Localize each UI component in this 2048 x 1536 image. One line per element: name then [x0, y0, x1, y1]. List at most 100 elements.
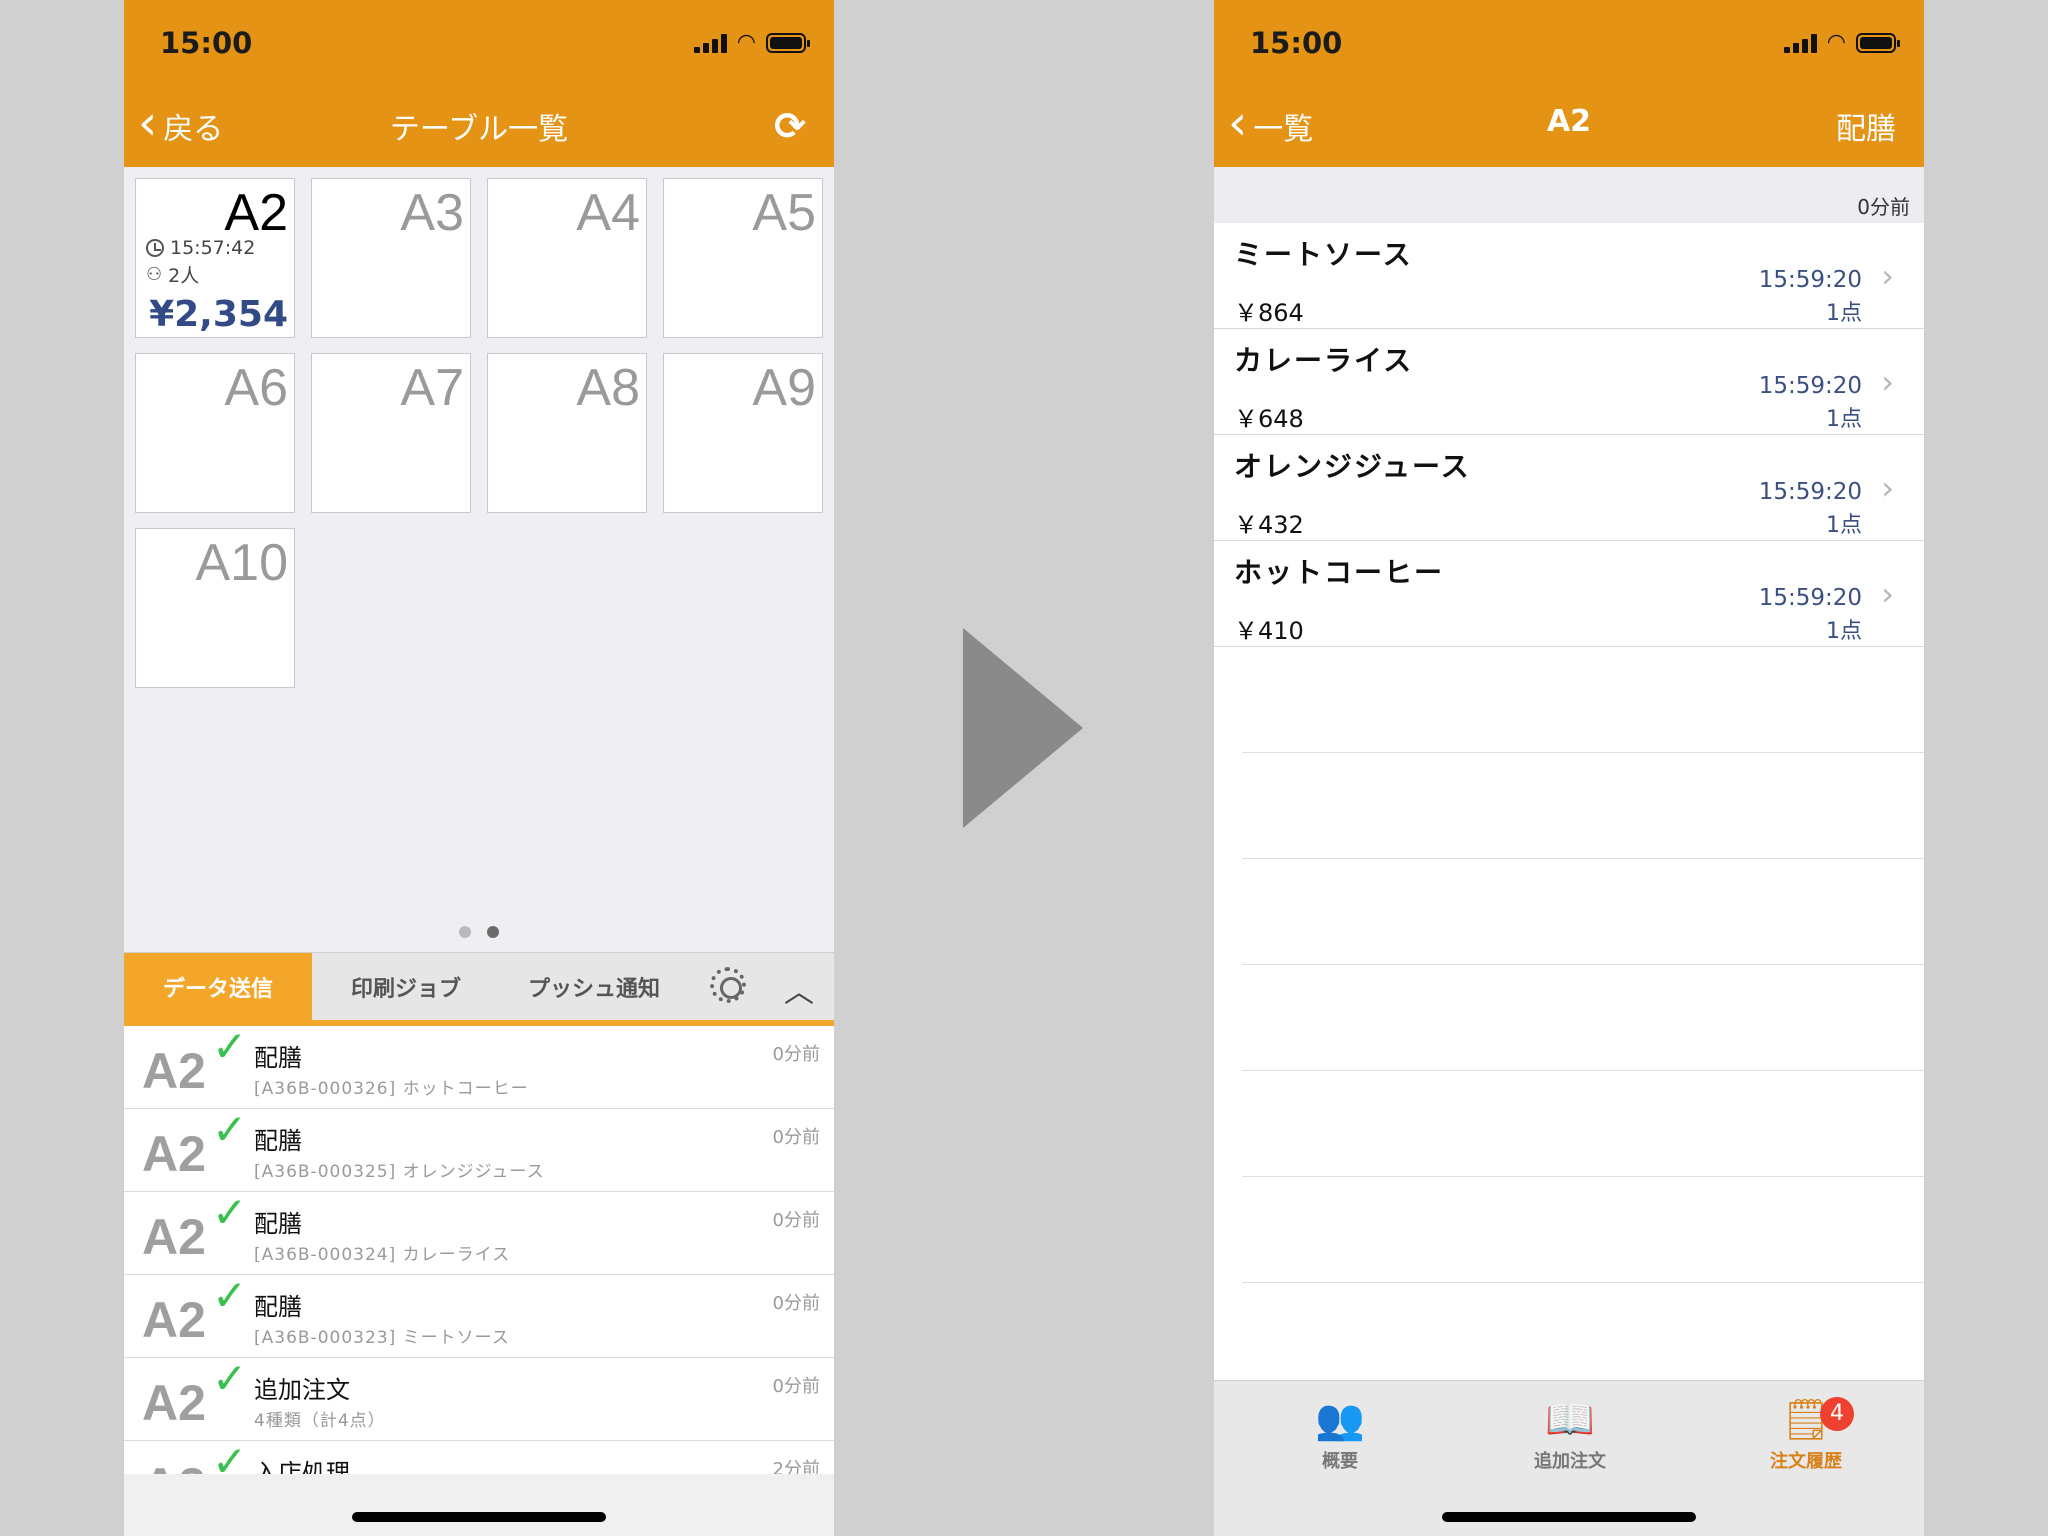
chevron-left-icon: ‹: [138, 95, 158, 151]
log-table: A2: [142, 1209, 206, 1265]
page-title: テーブル一覧: [389, 112, 569, 147]
item-time: 15:59:20: [1758, 267, 1862, 293]
empty-row-divider: [1242, 1176, 1924, 1177]
item-time: 15:59:20: [1758, 479, 1862, 505]
table-cell-a7[interactable]: A7: [311, 353, 471, 513]
table-cell-a9[interactable]: A9: [663, 353, 823, 513]
empty-row-divider: [1242, 752, 1924, 753]
item-name: カレーライス: [1234, 344, 1414, 377]
check-icon: ✓: [212, 1026, 248, 1071]
chevron-right-icon: ›: [1881, 257, 1894, 295]
log-item[interactable]: A2 ✓ 入店処理 2分前: [124, 1437, 834, 1474]
log-table: A2: [142, 1375, 206, 1431]
tab-data-send[interactable]: データ送信: [124, 953, 312, 1021]
table-time: 15:57:42: [146, 237, 255, 259]
table-cell-a5[interactable]: A5: [663, 178, 823, 338]
chevron-right-icon: ›: [1881, 575, 1894, 613]
table-number: A4: [576, 184, 640, 242]
log-sub: 4種類（計4点）: [254, 1411, 386, 1431]
log-sub: [A36B-000326] ホットコーヒー: [254, 1079, 529, 1099]
log-ago: 0分前: [772, 1376, 820, 1397]
item-qty: 1点: [1826, 301, 1862, 326]
section-header: 0分前: [1214, 167, 1924, 223]
log-ago: 0分前: [772, 1210, 820, 1231]
table-number: A2: [224, 184, 288, 242]
refresh-button[interactable]: ⟳: [774, 104, 806, 148]
chevron-right-icon: ›: [1881, 469, 1894, 507]
log-item[interactable]: A2 ✓ 配膳 [A36B-000325] オレンジジュース 0分前: [124, 1105, 834, 1192]
table-number: A7: [400, 359, 464, 417]
status-time: 15:00: [160, 26, 253, 60]
empty-row-divider: [1242, 1070, 1924, 1071]
page-dot-current[interactable]: [487, 926, 499, 938]
order-item[interactable]: オレンジジュース ￥432 15:59:20 1点 ›: [1214, 435, 1924, 541]
check-icon: ✓: [212, 1271, 248, 1320]
tab-push-notification[interactable]: プッシュ通知: [500, 953, 688, 1021]
tab-order-history[interactable]: 🗒 注文履歴 4: [1706, 1393, 1906, 1473]
table-cell-a6[interactable]: A6: [135, 353, 295, 513]
log-table: A2: [142, 1126, 206, 1182]
order-item[interactable]: カレーライス ￥648 15:59:20 1点 ›: [1214, 329, 1924, 435]
log-title: 追加注文: [254, 1376, 350, 1404]
check-icon: ✓: [212, 1354, 248, 1403]
chevron-right-icon: ›: [1881, 363, 1894, 401]
people-icon: 👥: [1315, 1397, 1365, 1443]
log-ago: 0分前: [772, 1127, 820, 1148]
table-cell-a8[interactable]: A8: [487, 353, 647, 513]
item-price: ￥432: [1234, 511, 1304, 539]
tab-label: 追加注文: [1534, 1451, 1606, 1472]
log-item[interactable]: A2 ✓ 追加注文 4種類（計4点） 0分前: [124, 1354, 834, 1441]
table-cell-a4[interactable]: A4: [487, 178, 647, 338]
item-price: ￥864: [1234, 299, 1304, 327]
table-people: ⚇ 2人: [146, 261, 199, 288]
tab-add-order[interactable]: 📖 追加注文: [1470, 1393, 1670, 1473]
log-table: A2: [142, 1043, 206, 1099]
back-button[interactable]: ‹ 戻る: [138, 99, 224, 148]
log-tabbar: データ送信 印刷ジョブ プッシュ通知 ︿: [124, 952, 834, 1026]
log-sub: [A36B-000324] カレーライス: [254, 1245, 511, 1265]
log-title: 配膳: [254, 1293, 302, 1321]
log-title: 入店処理: [254, 1459, 350, 1474]
table-number: A5: [752, 184, 816, 242]
tab-print-job[interactable]: 印刷ジョブ: [312, 953, 500, 1021]
back-label: 戻る: [163, 112, 224, 147]
table-list-screen: 15:00 ◠ ‹ 戻る テーブル一覧 ⟳ A2 15:57:42 ⚇ 2人 ¥…: [124, 0, 834, 1536]
section-ago: 0分前: [1857, 195, 1910, 219]
order-item[interactable]: ホットコーヒー ￥410 15:59:20 1点 ›: [1214, 541, 1924, 647]
empty-row-divider: [1242, 964, 1924, 965]
tab-label: 注文履歴: [1770, 1451, 1842, 1472]
log-item[interactable]: A2 ✓ 配膳 [A36B-000324] カレーライス 0分前: [124, 1188, 834, 1275]
person-icon: ⚇: [146, 264, 163, 285]
status-time: 15:00: [1250, 26, 1343, 60]
log-item[interactable]: A2 ✓ 配膳 [A36B-000326] ホットコーヒー 0分前: [124, 1026, 834, 1109]
item-price: ￥648: [1234, 405, 1304, 433]
back-button[interactable]: ‹ 一覧: [1228, 99, 1313, 148]
page-title: A2: [1546, 104, 1592, 139]
page-indicator[interactable]: [124, 926, 834, 938]
home-indicator[interactable]: [352, 1512, 606, 1522]
order-item[interactable]: ミートソース ￥864 15:59:20 1点 ›: [1214, 223, 1924, 329]
tab-overview[interactable]: 👥 概要: [1240, 1393, 1440, 1473]
wifi-icon: ◠: [736, 30, 756, 55]
home-indicator[interactable]: [1442, 1512, 1696, 1522]
table-number: A8: [576, 359, 640, 417]
log-item[interactable]: A2 ✓ 配膳 [A36B-000323] ミートソース 0分前: [124, 1271, 834, 1358]
table-cell-a10[interactable]: A10: [135, 528, 295, 688]
item-price: ￥410: [1234, 617, 1304, 645]
nav-header: 15:00 ◠ ‹ 戻る テーブル一覧 ⟳: [124, 0, 834, 167]
book-icon: 📖: [1545, 1397, 1595, 1443]
gear-icon[interactable]: [710, 967, 746, 1003]
chevron-up-icon[interactable]: ︿: [784, 967, 814, 1011]
table-amount: ¥2,354: [149, 294, 288, 335]
table-cell-a2[interactable]: A2 15:57:42 ⚇ 2人 ¥2,354: [135, 178, 295, 338]
refresh-icon: ⟳: [774, 104, 806, 148]
item-qty: 1点: [1826, 513, 1862, 538]
item-name: ホットコーヒー: [1234, 556, 1445, 589]
signal-icon: [1783, 33, 1817, 53]
page-dot[interactable]: [459, 926, 471, 938]
empty-row-divider: [1242, 1282, 1924, 1283]
serve-button[interactable]: 配膳: [1836, 104, 1896, 148]
log-title: 配膳: [254, 1127, 302, 1155]
table-cell-a3[interactable]: A3: [311, 178, 471, 338]
home-indicator-area: [124, 1474, 834, 1536]
